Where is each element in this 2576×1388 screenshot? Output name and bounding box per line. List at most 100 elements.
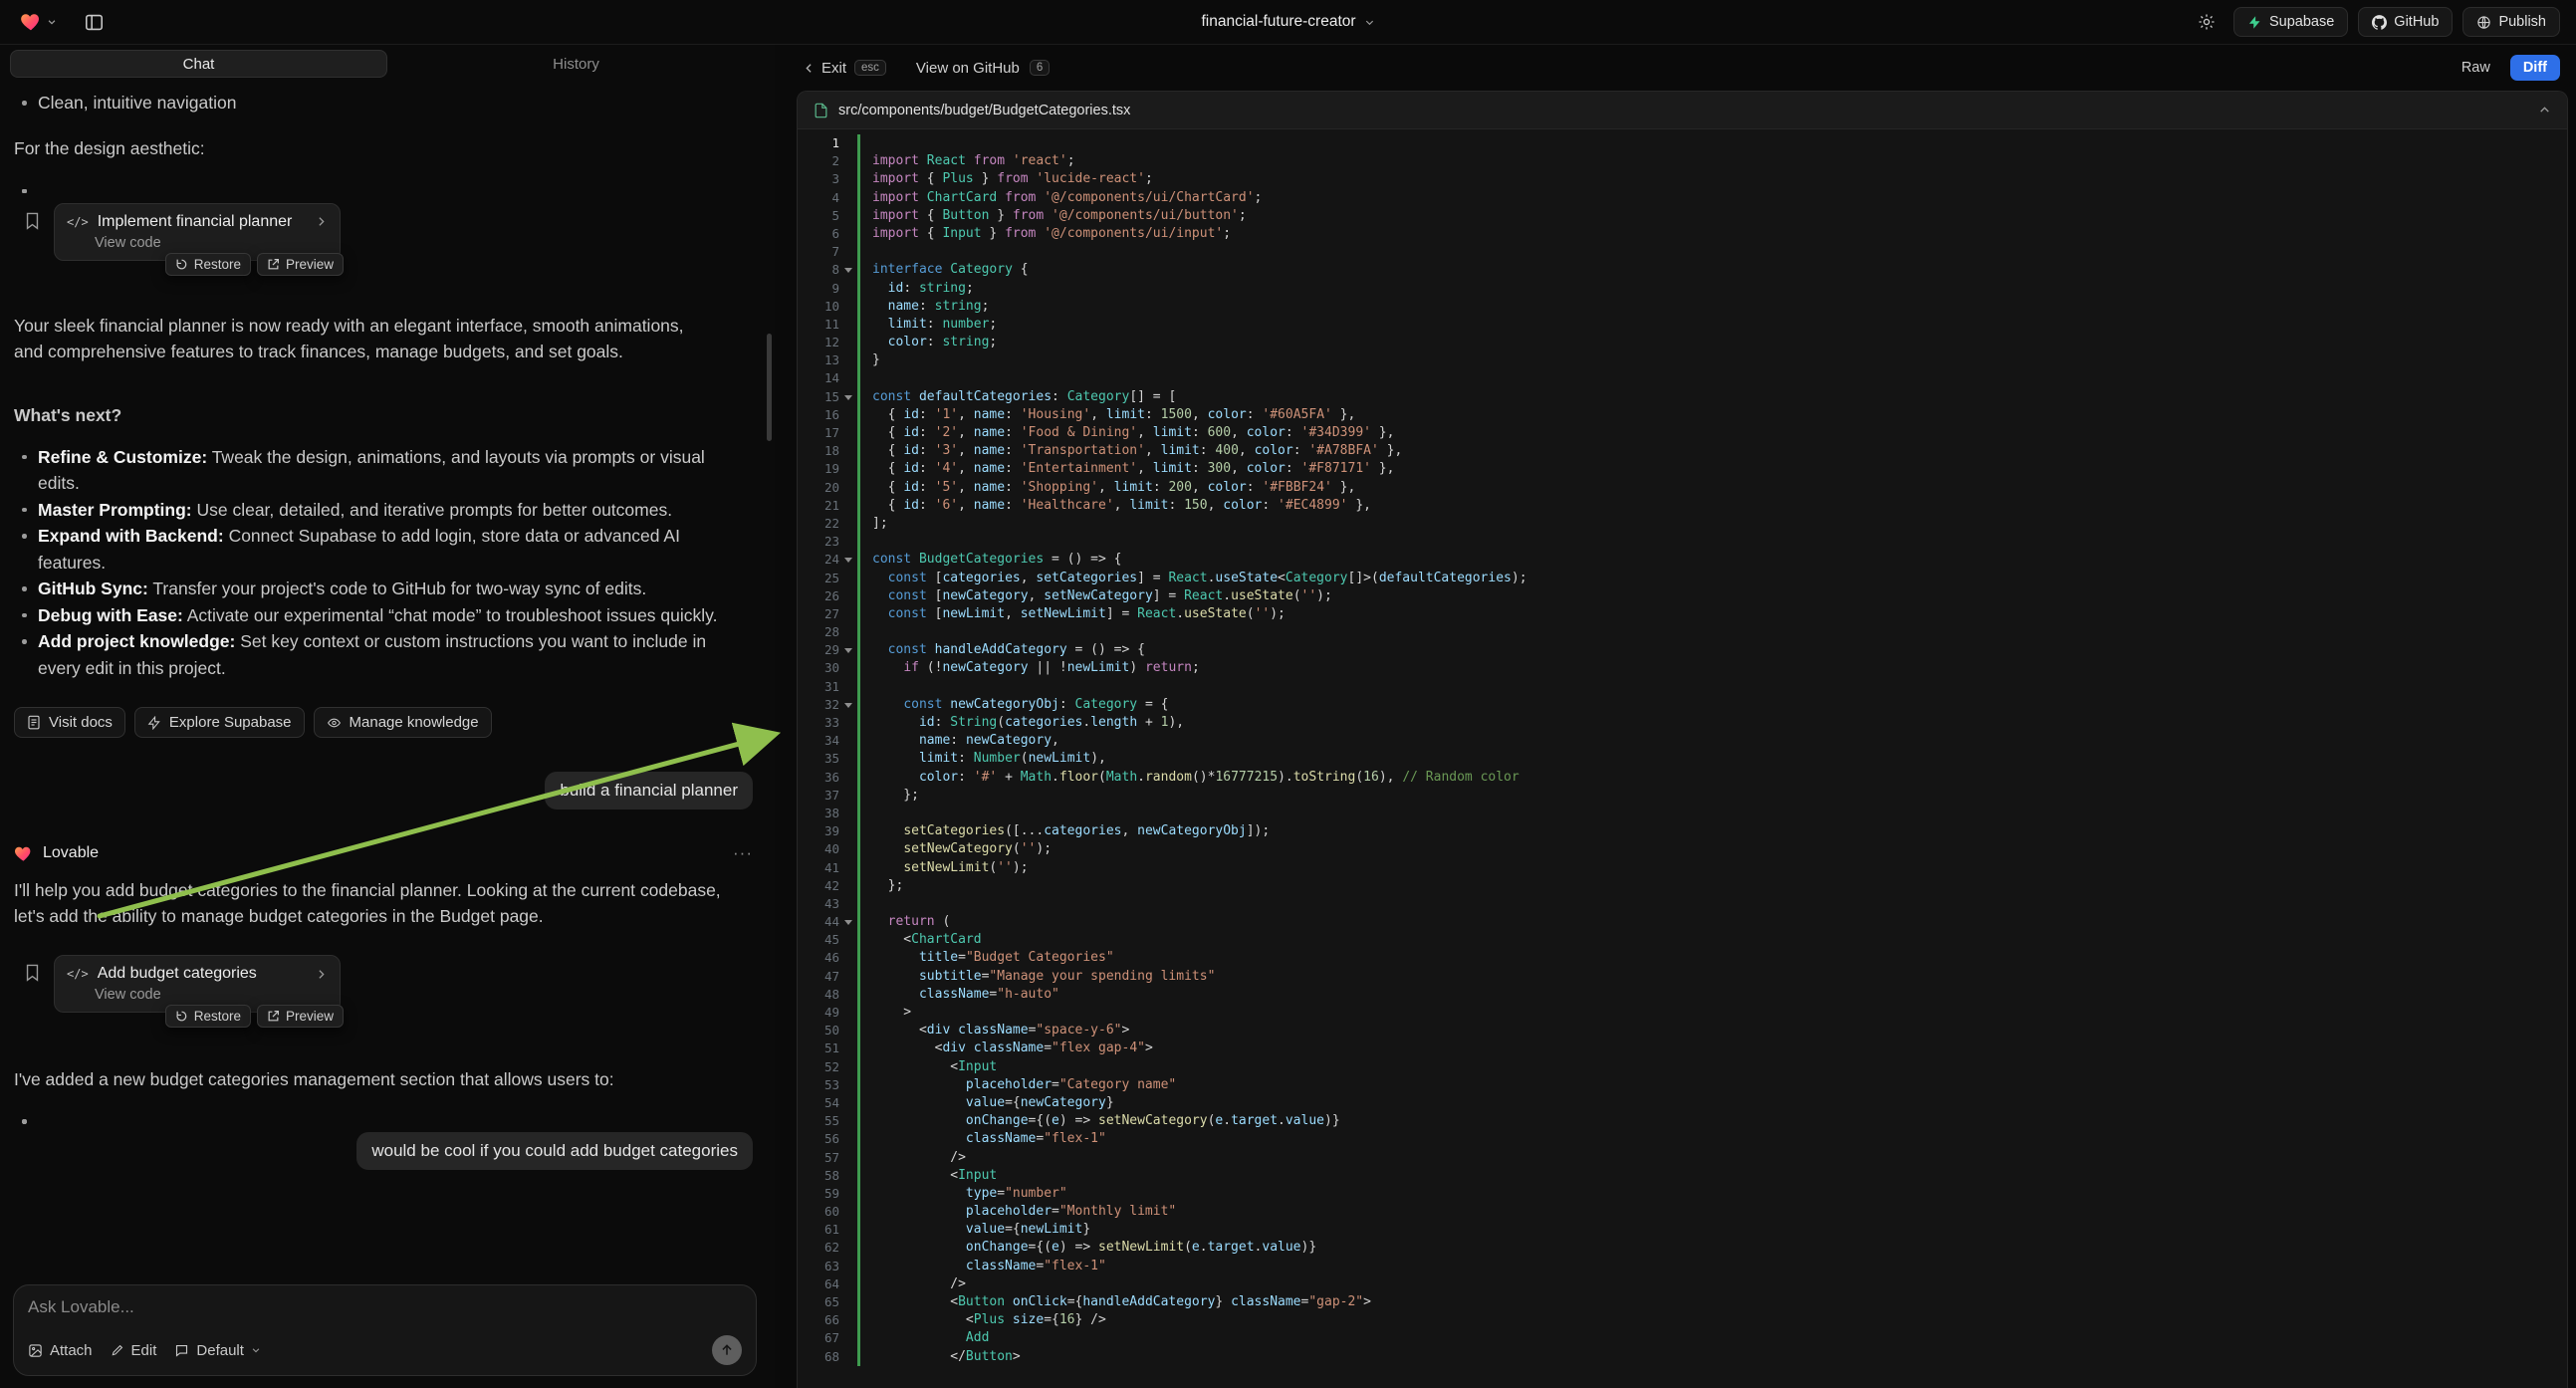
line-number: 61	[798, 1221, 839, 1239]
fold-icon[interactable]	[839, 551, 857, 569]
chevron-down-icon	[251, 1345, 261, 1355]
line-number: 60	[798, 1203, 839, 1221]
code-text: <Input	[857, 1167, 2567, 1185]
chat-scrollbar-thumb[interactable]	[767, 334, 772, 441]
code-line: 25 const [categories, setCategories] = R…	[798, 570, 2567, 587]
tab-history[interactable]: History	[387, 50, 765, 78]
sidebar-panel-icon	[85, 14, 104, 31]
view-code-link[interactable]: View code	[67, 987, 161, 1003]
line-number: 46	[798, 949, 839, 967]
code-line: 36 color: '#' + Math.floor(Math.random()…	[798, 769, 2567, 787]
restore-button[interactable]: Restore	[165, 1005, 251, 1028]
line-number: 42	[798, 877, 839, 895]
fold-gutter	[839, 316, 857, 334]
code-line: 64 />	[798, 1275, 2567, 1293]
next-step-item: Master Prompting: Use clear, detailed, a…	[14, 497, 723, 524]
explore-supabase-button[interactable]: Explore Supabase	[134, 707, 305, 738]
visit-docs-button[interactable]: Visit docs	[14, 707, 125, 738]
code-line: 2import React from 'react';	[798, 152, 2567, 170]
fold-gutter	[839, 1022, 857, 1040]
diff-button[interactable]: Diff	[2510, 55, 2560, 81]
code-line: 42 };	[798, 877, 2567, 895]
preview-button[interactable]: Preview	[257, 253, 344, 276]
code-text: </Button>	[857, 1348, 2567, 1366]
code-line: 63 className="flex-1"	[798, 1258, 2567, 1275]
sidebar-toggle-button[interactable]	[81, 10, 108, 35]
send-button[interactable]	[712, 1335, 742, 1365]
exit-button[interactable]: Exit	[803, 60, 846, 77]
fold-gutter	[839, 298, 857, 316]
code-line: 14	[798, 369, 2567, 387]
code-text: subtitle="Manage your spending limits"	[857, 968, 2567, 986]
fold-gutter	[839, 533, 857, 551]
fold-icon[interactable]	[839, 261, 857, 279]
view-on-github-button[interactable]: View on GitHub	[916, 60, 1020, 77]
fold-gutter	[839, 351, 857, 369]
github-button[interactable]: GitHub	[2358, 7, 2453, 37]
file-header[interactable]: src/components/budget/BudgetCategories.t…	[798, 92, 2567, 129]
fold-icon[interactable]	[839, 913, 857, 931]
fold-gutter	[839, 968, 857, 986]
fold-icon[interactable]	[839, 641, 857, 659]
line-number: 58	[798, 1167, 839, 1185]
line-number: 62	[798, 1239, 839, 1257]
github-icon	[2372, 15, 2387, 30]
lovable-logo-button[interactable]	[16, 7, 61, 37]
version-card-add-budget-categories[interactable]: </> Add budget categories View code Rest…	[54, 955, 341, 1013]
code-line: 53 placeholder="Category name"	[798, 1076, 2567, 1094]
line-number: 10	[798, 298, 839, 316]
code-text: <Plus size={16} />	[857, 1311, 2567, 1329]
eye-icon	[327, 716, 342, 730]
version-card-implement-financial-planner[interactable]: </> Implement financial planner View cod…	[54, 203, 341, 261]
fold-icon[interactable]	[839, 696, 857, 714]
code-text: import { Button } from '@/components/ui/…	[857, 207, 2567, 225]
code-line: 9 id: string;	[798, 280, 2567, 298]
supabase-button[interactable]: Supabase	[2233, 7, 2348, 37]
raw-button[interactable]: Raw	[2450, 55, 2502, 81]
code-icon: </>	[67, 215, 89, 229]
bookmark-button[interactable]	[24, 211, 41, 230]
restore-button[interactable]: Restore	[165, 253, 251, 276]
line-number: 4	[798, 189, 839, 207]
code-line: 46 title="Budget Categories"	[798, 949, 2567, 967]
attach-button[interactable]: Attach	[28, 1342, 93, 1359]
manage-knowledge-button[interactable]: Manage knowledge	[314, 707, 492, 738]
line-number: 16	[798, 406, 839, 424]
settings-button[interactable]	[2194, 9, 2220, 35]
code-line: 22];	[798, 515, 2567, 533]
chat-scroll-area[interactable]: Clean, intuitive navigation For the desi…	[0, 78, 775, 1276]
code-line: 18 { id: '3', name: 'Transportation', li…	[798, 442, 2567, 460]
line-number: 43	[798, 895, 839, 913]
chevron-right-icon	[315, 215, 328, 228]
line-number: 17	[798, 424, 839, 442]
project-menu[interactable]: financial-future-creator	[1201, 13, 1374, 31]
fold-icon[interactable]	[839, 388, 857, 406]
line-number: 48	[798, 986, 839, 1004]
line-number: 30	[798, 659, 839, 677]
more-options-button[interactable]: ···	[733, 843, 753, 863]
fold-gutter	[839, 714, 857, 732]
view-code-link[interactable]: View code	[67, 235, 161, 251]
code-line: 16 { id: '1', name: 'Housing', limit: 15…	[798, 406, 2567, 424]
publish-button[interactable]: Publish	[2462, 7, 2560, 37]
code-text: limit: number;	[857, 316, 2567, 334]
code-text: { id: '3', name: 'Transportation', limit…	[857, 442, 2567, 460]
line-number: 38	[798, 805, 839, 822]
edit-button[interactable]: Edit	[111, 1342, 157, 1359]
fold-gutter	[839, 1203, 857, 1221]
code-line: 60 placeholder="Monthly limit"	[798, 1203, 2567, 1221]
code-text: { id: '4', name: 'Entertainment', limit:…	[857, 460, 2567, 478]
preview-button[interactable]: Preview	[257, 1005, 344, 1028]
collapse-file-button[interactable]	[2538, 104, 2551, 116]
fold-gutter	[839, 877, 857, 895]
tab-chat[interactable]: Chat	[10, 50, 387, 78]
code-line: 55 onChange={(e) => setNewCategory(e.tar…	[798, 1112, 2567, 1130]
line-number: 44	[798, 913, 839, 931]
fold-gutter	[839, 1185, 857, 1203]
code-text	[857, 134, 2567, 152]
chevron-left-icon	[803, 62, 816, 75]
code-editor[interactable]: 12import React from 'react';3import { Pl…	[798, 129, 2567, 1388]
chat-mode-selector[interactable]: Default	[174, 1342, 261, 1359]
bookmark-button[interactable]	[24, 963, 41, 982]
chat-input[interactable]	[28, 1297, 742, 1335]
